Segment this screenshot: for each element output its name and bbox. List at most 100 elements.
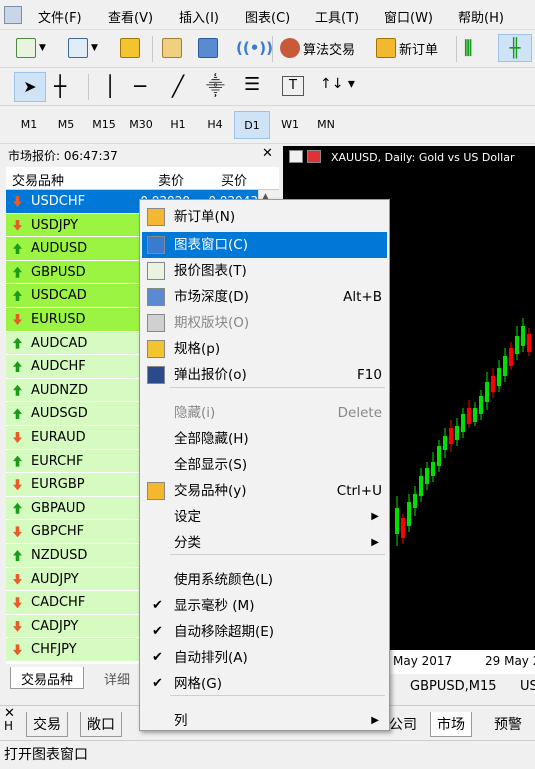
- menu-insert[interactable]: 插入(I): [179, 7, 219, 26]
- check-icon: ✔: [152, 676, 163, 691]
- candlestick-chart-button[interactable]: ╫: [498, 34, 532, 62]
- context-menu-item[interactable]: ✔ 网格(G): [142, 671, 387, 697]
- tab-alerts[interactable]: 预警: [488, 712, 528, 736]
- context-menu-item[interactable]: 图表窗口(C): [142, 232, 387, 258]
- timeframe-d1[interactable]: D1: [234, 111, 270, 139]
- col-symbol-header[interactable]: 交易品种: [12, 170, 64, 189]
- candle-body: [527, 334, 531, 352]
- menu-item-label: 新订单(N): [174, 209, 236, 225]
- candle-body: [491, 376, 495, 392]
- context-menu-item[interactable]: ✔ 自动移除超期(E): [142, 619, 387, 645]
- tab-symbols[interactable]: 交易品种: [10, 667, 85, 689]
- context-menu-item[interactable]: ✔ 自动排列(A): [142, 645, 387, 671]
- context-menu-item[interactable]: 新订单(N): [142, 204, 387, 230]
- menu-view[interactable]: 查看(V): [108, 7, 153, 26]
- menu-item-label: 网格(G): [174, 676, 222, 692]
- candle-body: [467, 408, 471, 424]
- app-icon[interactable]: [4, 6, 22, 24]
- context-menu-item[interactable]: 弹出报价(o) F10: [142, 362, 387, 388]
- tab-trade[interactable]: 交易: [26, 712, 68, 737]
- new-chart-button[interactable]: ▼: [16, 34, 46, 62]
- cursor-button[interactable]: ➤: [14, 72, 46, 102]
- market-watch-button[interactable]: [120, 34, 140, 62]
- arrow-up-icon: [13, 455, 22, 467]
- standard-toolbar: ▼ ▼ ((•)) 算法交易 新订单 ⫼ ╫: [0, 30, 535, 68]
- candle-body: [443, 436, 447, 450]
- horizontal-line-button[interactable]: ─: [134, 74, 146, 98]
- bar-chart-button[interactable]: ⫼: [464, 34, 472, 62]
- context-menu-item: 期权版块(O): [142, 310, 387, 336]
- menu-item-shortcut: F10: [357, 367, 382, 383]
- chart-tab-us[interactable]: US: [520, 679, 535, 694]
- symbol-name: CADJPY: [31, 618, 79, 634]
- context-menu-item[interactable]: 规格(p): [142, 336, 387, 362]
- col-bid-header[interactable]: 卖价: [158, 170, 184, 189]
- menu-item-label: 全部显示(S): [174, 457, 248, 473]
- chart-tab-gbpusd[interactable]: GBPUSD,M15: [410, 679, 497, 694]
- symbol-name: AUDJPY: [31, 571, 79, 587]
- menu-tools[interactable]: 工具(T): [315, 7, 359, 26]
- candle-body: [515, 336, 519, 354]
- context-menu-item[interactable]: ✔ 显示毫秒 (M): [142, 593, 387, 619]
- context-menu-item[interactable]: 分类 ▶: [142, 530, 387, 556]
- close-icon[interactable]: ✕: [262, 146, 273, 161]
- menu-item-label: 期权版块(O): [174, 315, 250, 331]
- text-button[interactable]: T: [282, 76, 304, 96]
- tab-market[interactable]: 市场: [430, 712, 472, 737]
- vertical-line-button[interactable]: │: [104, 74, 116, 98]
- candle-body: [431, 462, 435, 476]
- timeframe-m1[interactable]: M1: [11, 111, 47, 139]
- candle-body: [425, 468, 429, 484]
- navigator-button[interactable]: [162, 34, 182, 62]
- timeframe-m15[interactable]: M15: [86, 111, 122, 139]
- symbol-name: CADCHF: [31, 595, 86, 611]
- new-order-icon: [147, 208, 165, 226]
- menu-help[interactable]: 帮助(H): [458, 7, 504, 26]
- menu-item-label: 分类: [174, 535, 201, 551]
- chart-title: XAUUSD, Daily: Gold vs US Dollar: [331, 151, 515, 164]
- timeframe-w1[interactable]: W1: [272, 111, 308, 139]
- col-ask-header[interactable]: 买价: [221, 170, 247, 189]
- profiles-button[interactable]: ▼: [68, 34, 98, 62]
- arrows-button[interactable]: ↑↓ ▾: [320, 76, 355, 92]
- new-chart-icon: [16, 38, 36, 58]
- timeframe-m30[interactable]: M30: [123, 111, 159, 139]
- context-menu-item[interactable]: 交易品种(y) Ctrl+U: [142, 478, 387, 504]
- timeframe-h4[interactable]: H4: [197, 111, 233, 139]
- menu-item-shortcut: Delete: [337, 405, 382, 421]
- symbol-name: AUDSGD: [31, 406, 88, 422]
- candle-body: [449, 428, 453, 444]
- menu-charts[interactable]: 图表(C): [245, 7, 290, 26]
- menu-window[interactable]: 窗口(W): [384, 7, 433, 26]
- context-menu-item[interactable]: 市场深度(D) Alt+B: [142, 284, 387, 310]
- tab-exposure[interactable]: 敞口: [80, 712, 122, 737]
- trendline-button[interactable]: ╱: [172, 74, 184, 98]
- context-menu-item[interactable]: 报价图表(T): [142, 258, 387, 284]
- terminal-button[interactable]: [198, 34, 218, 62]
- check-icon: ✔: [152, 650, 163, 665]
- bar-chart-icon: ⫼: [464, 37, 473, 59]
- context-menu-item[interactable]: 使用系统颜色(L): [142, 567, 387, 593]
- tab-details[interactable]: 详细: [94, 667, 140, 689]
- equidistant-channel-button[interactable]: ⸎: [206, 74, 225, 98]
- chart-window-icon[interactable]: [289, 150, 303, 163]
- arrow-down-icon: [13, 219, 22, 231]
- menu-file[interactable]: 文件(F): [38, 7, 82, 26]
- timeframe-m5[interactable]: M5: [48, 111, 84, 139]
- context-menu-item[interactable]: 全部隐藏(H): [142, 426, 387, 452]
- context-menu-item[interactable]: 列 ▶: [142, 708, 387, 734]
- flag-icon: [307, 150, 321, 163]
- signals-button[interactable]: ((•)): [236, 34, 273, 62]
- fibonacci-button[interactable]: ☰: [244, 74, 260, 95]
- tick-chart-icon: [147, 262, 165, 280]
- crosshair-button[interactable]: ┼: [54, 74, 66, 98]
- context-menu-item[interactable]: 设定 ▶: [142, 504, 387, 530]
- context-menu-item[interactable]: 全部显示(S): [142, 452, 387, 478]
- menu-item-label: 设定: [174, 509, 201, 525]
- arrow-down-icon: [13, 597, 22, 609]
- algo-trading-button[interactable]: 算法交易: [280, 34, 355, 62]
- symbol-name: AUDUSD: [31, 241, 88, 257]
- new-order-button[interactable]: 新订单: [376, 34, 438, 62]
- timeframe-h1[interactable]: H1: [160, 111, 196, 139]
- timeframe-mn[interactable]: MN: [308, 111, 344, 139]
